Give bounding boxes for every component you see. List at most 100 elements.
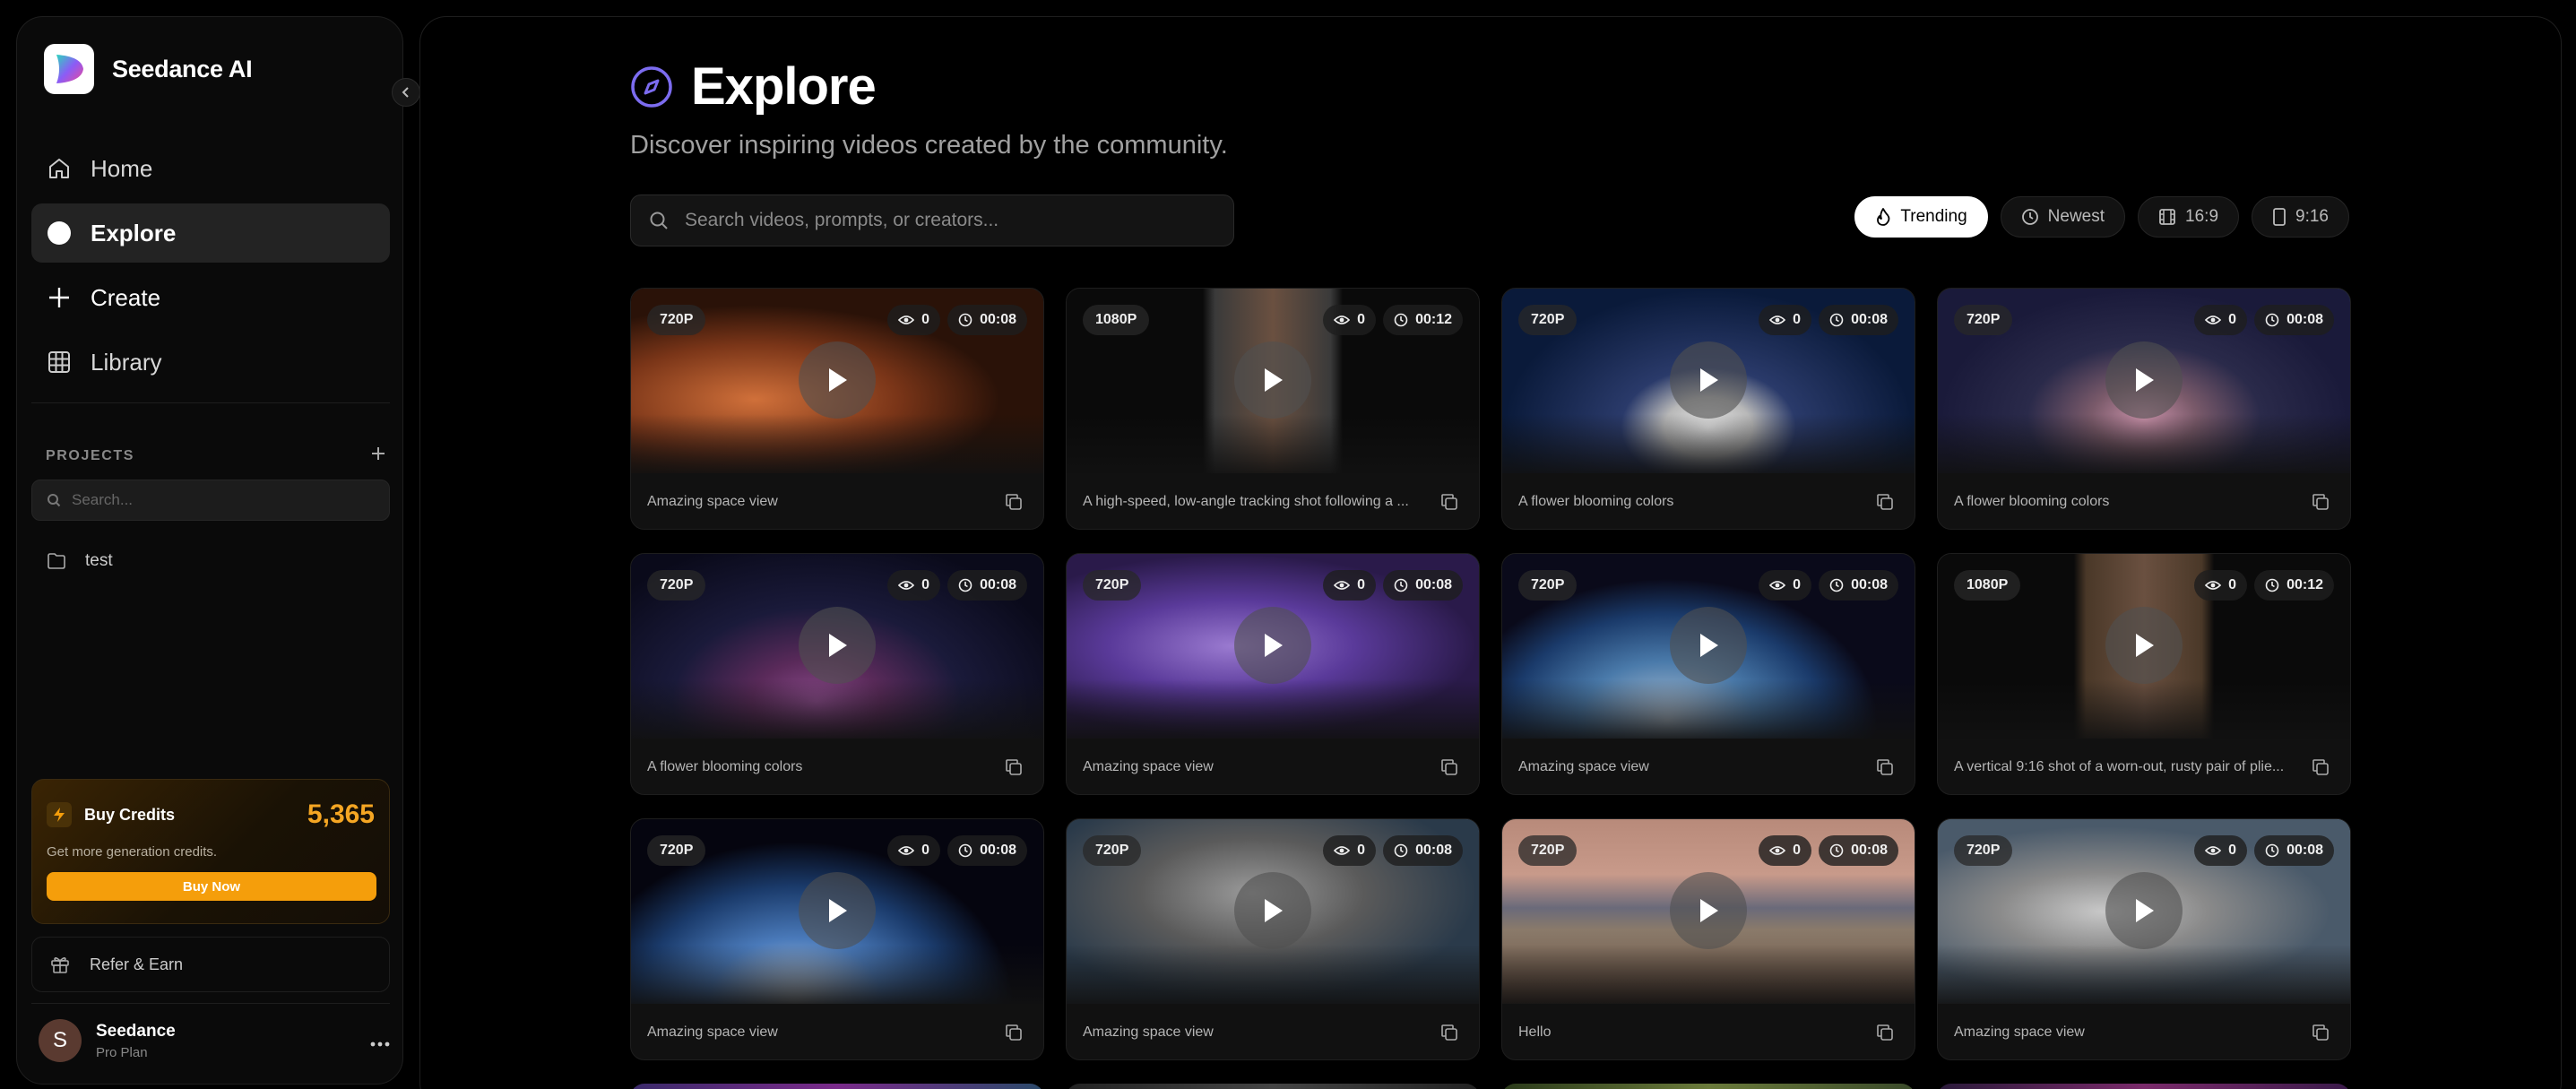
play-button[interactable] <box>1670 607 1747 684</box>
search-icon <box>650 212 668 229</box>
copy-prompt-button[interactable] <box>1004 1023 1024 1042</box>
video-card-footer: Amazing space view <box>1067 739 1479 794</box>
user-profile[interactable]: S Seedance Pro Plan <box>39 1019 390 1062</box>
filter-16-9[interactable]: 16:9 <box>2138 196 2240 238</box>
copy-icon <box>1006 759 1022 775</box>
grid-icon <box>46 349 73 376</box>
views-count: 0 <box>921 843 930 858</box>
refer-earn-button[interactable]: Refer & Earn <box>31 937 390 992</box>
video-card-partial[interactable] <box>630 1084 1044 1089</box>
copy-prompt-button[interactable] <box>1439 492 1459 512</box>
nav-item-create[interactable]: Create <box>31 268 390 327</box>
video-card[interactable]: 1080P 0 00:12 A high-speed, low-angle tr… <box>1066 288 1480 530</box>
duration-badge: 00:12 <box>1383 305 1463 335</box>
video-card[interactable]: 720P 0 00:08 Amazing space view <box>630 818 1044 1060</box>
play-button[interactable] <box>2105 607 2183 684</box>
copy-prompt-button[interactable] <box>1875 1023 1895 1042</box>
video-caption: Amazing space view <box>647 494 778 509</box>
copy-prompt-button[interactable] <box>2311 1023 2330 1042</box>
filter-newest[interactable]: Newest <box>2000 196 2126 238</box>
video-card-partial[interactable] <box>1066 1084 1480 1089</box>
video-card[interactable]: 720P 0 00:08 Amazing space view <box>1937 818 2351 1060</box>
views-badge: 0 <box>1759 570 1812 601</box>
nav-item-explore[interactable]: Explore <box>31 203 390 263</box>
plus-icon <box>46 284 73 311</box>
clock-icon <box>2265 578 2279 592</box>
thumbnail-fade <box>1067 414 1479 473</box>
explore-dot-icon <box>46 220 73 246</box>
clock-icon <box>1394 843 1408 858</box>
video-card[interactable]: 720P 0 00:08 A flower blooming colors <box>1937 288 2351 530</box>
play-button[interactable] <box>2105 341 2183 419</box>
play-button[interactable] <box>799 872 876 949</box>
compass-icon <box>631 65 672 108</box>
add-project-button[interactable] <box>370 445 386 466</box>
copy-prompt-button[interactable] <box>2311 757 2330 777</box>
video-caption: Amazing space view <box>1083 1024 1214 1040</box>
nav-item-library[interactable]: Library <box>31 333 390 392</box>
views-count: 0 <box>1793 577 1802 592</box>
copy-prompt-button[interactable] <box>1439 1023 1459 1042</box>
sidebar-divider <box>31 402 390 403</box>
thumbnail-fade <box>1502 414 1915 473</box>
play-button[interactable] <box>799 341 876 419</box>
copy-prompt-button[interactable] <box>2311 492 2330 512</box>
views-badge: 0 <box>1323 305 1377 335</box>
video-stats: 0 00:08 <box>1759 835 1898 866</box>
copy-icon <box>1877 494 1893 510</box>
video-card[interactable]: 720P 0 00:08 Amazing space view <box>1066 818 1480 1060</box>
resolution-badge: 720P <box>1954 305 2013 335</box>
play-button[interactable] <box>799 607 876 684</box>
eye-icon <box>1769 581 1786 590</box>
play-icon <box>2136 634 2154 657</box>
play-icon <box>1700 899 1718 922</box>
filter-trending[interactable]: Trending <box>1854 196 1988 238</box>
video-card-footer: Hello <box>1502 1004 1915 1059</box>
play-button[interactable] <box>1234 607 1311 684</box>
play-button[interactable] <box>1670 872 1747 949</box>
copy-prompt-button[interactable] <box>1875 757 1895 777</box>
filter-label: 9:16 <box>2295 207 2329 226</box>
video-card[interactable]: 720P 0 00:08 Hello <box>1501 818 1915 1060</box>
sidebar-divider-bottom <box>31 1003 390 1004</box>
projects-search-input[interactable] <box>72 491 376 509</box>
thumbnail-fade <box>1067 945 1479 1004</box>
play-button[interactable] <box>1234 872 1311 949</box>
brand[interactable]: Seedance AI <box>44 44 253 94</box>
eye-icon <box>1334 581 1351 590</box>
copy-prompt-button[interactable] <box>1004 492 1024 512</box>
views-count: 0 <box>1793 312 1802 327</box>
video-caption: A high-speed, low-angle tracking shot fo… <box>1083 494 1409 509</box>
filter-9-16[interactable]: 9:16 <box>2252 196 2349 238</box>
views-count: 0 <box>1357 843 1366 858</box>
clock-icon <box>2265 313 2279 327</box>
duration-text: 00:12 <box>2286 577 2323 592</box>
copy-prompt-button[interactable] <box>1875 492 1895 512</box>
copy-icon <box>1006 494 1022 510</box>
play-button[interactable] <box>2105 872 2183 949</box>
copy-prompt-button[interactable] <box>1439 757 1459 777</box>
project-item[interactable]: test <box>48 551 113 571</box>
resolution-badge: 1080P <box>1083 305 1150 335</box>
buy-now-button[interactable]: Buy Now <box>47 872 376 901</box>
more-options-button[interactable] <box>370 1028 390 1053</box>
play-icon <box>829 634 847 657</box>
play-button[interactable] <box>1670 341 1747 419</box>
copy-prompt-button[interactable] <box>1004 757 1024 777</box>
video-card[interactable]: 720P 0 00:08 A flower blooming colors <box>630 553 1044 795</box>
video-card[interactable]: 720P 0 00:08 A flower blooming colors <box>1501 288 1915 530</box>
clock-icon <box>1394 313 1408 327</box>
explore-search-input[interactable] <box>685 210 1223 231</box>
copy-icon <box>2312 759 2329 775</box>
video-stats: 0 00:12 <box>1323 305 1463 335</box>
collapse-sidebar-button[interactable] <box>392 78 420 107</box>
views-badge: 0 <box>1323 835 1377 866</box>
video-card-partial[interactable] <box>1501 1084 1915 1089</box>
nav-item-home[interactable]: Home <box>31 139 390 198</box>
video-card[interactable]: 720P 0 00:08 Amazing space view <box>1066 553 1480 795</box>
video-card[interactable]: 720P 0 00:08 Amazing space view <box>1501 553 1915 795</box>
video-card-partial[interactable] <box>1937 1084 2351 1089</box>
video-card[interactable]: 1080P 0 00:12 A vertical 9:16 shot of a … <box>1937 553 2351 795</box>
video-card[interactable]: 720P 0 00:08 Amazing space view <box>630 288 1044 530</box>
play-button[interactable] <box>1234 341 1311 419</box>
